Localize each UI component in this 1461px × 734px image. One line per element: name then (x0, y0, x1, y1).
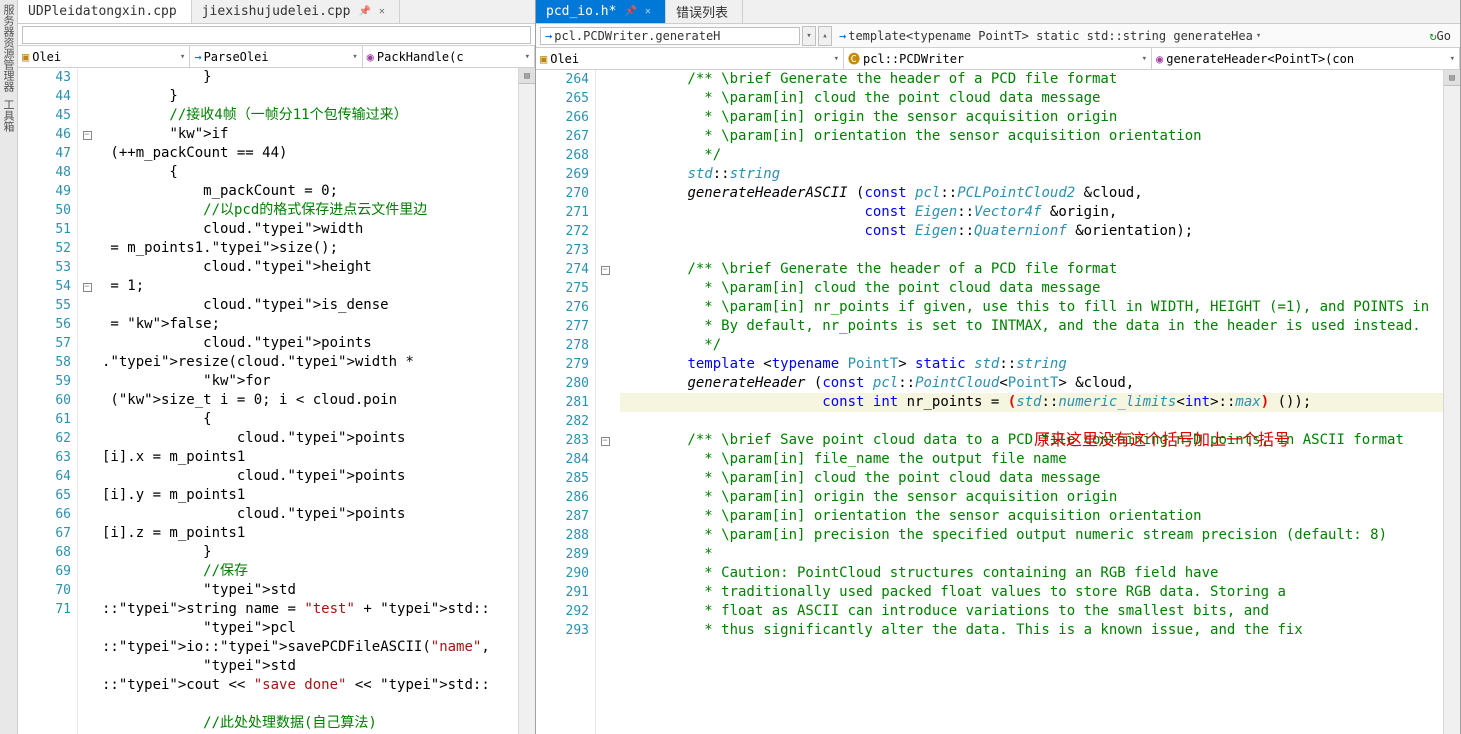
class-icon: 🅒 (848, 50, 860, 67)
right-tab-bar: pcd_io.h* 📌 ✕ 错误列表 (536, 0, 1460, 24)
tab-udpleidatongxin[interactable]: UDPleidatongxin.cpp (18, 0, 192, 23)
vertical-scrollbar[interactable]: ▤ (1443, 70, 1460, 734)
split-handle-icon[interactable]: ▤ (519, 68, 535, 84)
dd-label: pcl::PCDWriter (863, 52, 964, 66)
right-code-editor[interactable]: 2642652662672682692702712722732742752762… (536, 70, 1460, 734)
pin-icon[interactable]: 📌 (624, 6, 636, 17)
context-scope-dropdown[interactable]: →pcl.PCDWriter.generateH (540, 27, 800, 45)
close-icon[interactable]: ✕ (645, 6, 651, 17)
right-context-nav: →pcl.PCDWriter.generateH ▾ ▴ →template<t… (536, 24, 1460, 48)
dd-label: ParseOlei (204, 50, 269, 64)
dd-label: PackHandle(c (377, 50, 464, 64)
pin-icon[interactable]: 📌 (358, 6, 370, 17)
namespace-icon: ▣ (22, 50, 29, 64)
nav-label: Go (1437, 29, 1451, 43)
arrow-icon: → (194, 50, 201, 64)
left-quick-nav (18, 24, 535, 46)
chevron-down-icon: ▾ (180, 52, 185, 62)
tab-label: jiexishujudelei.cpp (202, 4, 351, 19)
tab-error-list[interactable]: 错误列表 (666, 0, 743, 23)
left-tab-bar: UDPleidatongxin.cpp jiexishujudelei.cpp 📌… (18, 0, 535, 24)
namespace-dropdown[interactable]: ▣Olei ▾ (536, 48, 844, 69)
class-dropdown[interactable]: 🅒pcl::PCDWriter ▾ (844, 48, 1152, 69)
method-icon: ◉ (1156, 52, 1163, 66)
go-button[interactable]: ↻Go (1424, 28, 1456, 44)
quick-search-input[interactable] (22, 26, 531, 44)
right-editor-pane: pcd_io.h*📌✕ 错误列表 →pcl.PCDWriter.generate… (536, 0, 1461, 734)
nav-label: pcl.PCDWriter.generateH (554, 29, 720, 43)
fold-gutter[interactable]: −− (596, 70, 614, 734)
method-icon: ◉ (367, 50, 374, 64)
tab-label: UDPleidatongxin.cpp (28, 4, 177, 19)
left-editor-pane: UDPleidatongxin.cpp jiexishujudelei.cpp 📌… (18, 0, 536, 734)
tab-label: pcd_io.h* (546, 4, 616, 19)
chevron-down-icon: ▾ (352, 52, 357, 62)
namespace-dropdown[interactable]: ▣Olei ▾ (18, 46, 190, 67)
dd-label: Olei (550, 52, 579, 66)
class-dropdown[interactable]: →ParseOlei ▾ (190, 46, 362, 67)
nav-stepper-up[interactable]: ▴ (818, 26, 832, 46)
dd-label: Olei (32, 50, 61, 64)
fold-gutter[interactable]: −− (78, 68, 96, 734)
namespace-icon: ▣ (540, 52, 547, 66)
chevron-down-icon: ▾ (834, 54, 839, 64)
chevron-down-icon: ▾ (1142, 54, 1147, 64)
chevron-down-icon: ▾ (1256, 31, 1261, 41)
nav-stepper-down[interactable]: ▾ (802, 26, 816, 46)
split-handle-icon[interactable]: ▤ (1444, 70, 1460, 86)
code-area[interactable]: /** \brief Generate the header of a PCD … (614, 70, 1443, 734)
tab-label: 错误列表 (676, 2, 728, 21)
line-number-gutter: 2642652662672682692702712722732742752762… (536, 70, 596, 734)
arrow-icon: → (839, 29, 846, 43)
chevron-down-icon: ▾ (1450, 54, 1455, 64)
code-area[interactable]: } } //接收4帧（一帧分11个包传输过来） "kw">if (++m_pac… (96, 68, 518, 734)
arrow-icon: → (545, 29, 552, 43)
nav-label: template<typename PointT> static std::st… (848, 29, 1253, 43)
close-icon[interactable]: ✕ (379, 6, 385, 17)
chevron-down-icon: ▾ (525, 52, 530, 62)
tab-jiexishujudelei[interactable]: jiexishujudelei.cpp 📌 ✕ (192, 0, 400, 23)
dd-label: generateHeader<PointT>(con (1166, 52, 1354, 66)
side-toolbox-strip[interactable]: 服务器资源管理器 工具箱 (0, 0, 18, 734)
function-dropdown[interactable]: ◉generateHeader<PointT>(con ▾ (1152, 48, 1460, 69)
go-arrow-icon: ↻ (1429, 29, 1436, 43)
right-scope-bar: ▣Olei ▾ 🅒pcl::PCDWriter ▾ ◉generateHeader<… (536, 48, 1460, 70)
context-decl-dropdown[interactable]: →template<typename PointT> static std::s… (834, 28, 1422, 44)
left-scope-bar: ▣Olei ▾ →ParseOlei ▾ ◉PackHandle(c ▾ (18, 46, 535, 68)
function-dropdown[interactable]: ◉PackHandle(c ▾ (363, 46, 535, 67)
tab-pcd-io[interactable]: pcd_io.h* 📌 ✕ (536, 0, 666, 23)
handwritten-annotation: 原来这里没有这个括号加上一个括号 (1034, 431, 1290, 450)
line-number-gutter: 4344454647484950515253545556575859606162… (18, 68, 78, 734)
left-code-editor[interactable]: 4344454647484950515253545556575859606162… (18, 68, 535, 734)
vertical-scrollbar[interactable]: ▤ (518, 68, 535, 734)
